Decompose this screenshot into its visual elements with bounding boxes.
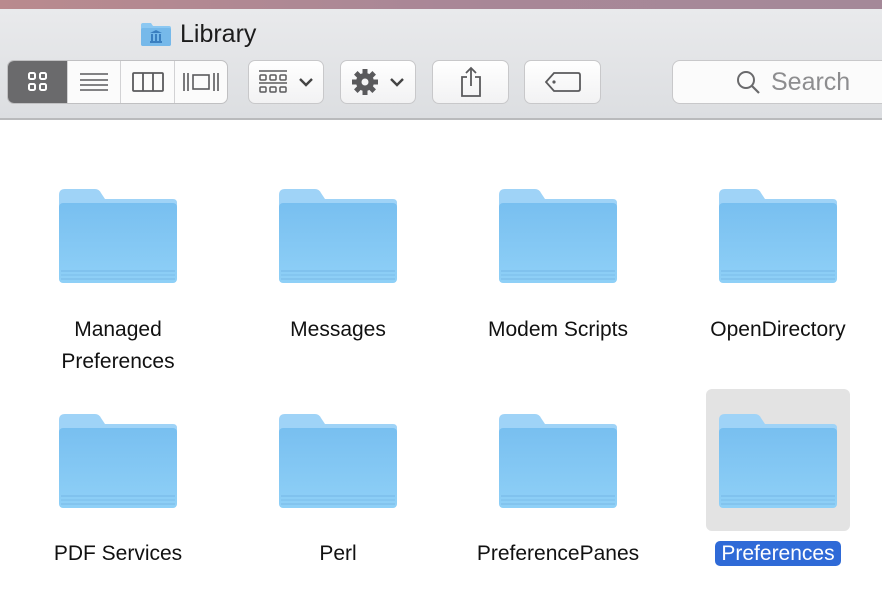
folder-icon[interactable] <box>277 412 399 515</box>
library-folder-icon <box>141 23 171 46</box>
tag-icon <box>544 72 581 92</box>
folder-icon[interactable] <box>57 187 179 290</box>
window-title: Library <box>140 19 256 49</box>
list-icon <box>80 73 108 91</box>
grid-icon <box>27 72 47 91</box>
folder-icon[interactable] <box>57 412 179 515</box>
list-view-button[interactable] <box>68 61 121 103</box>
folder-label[interactable]: Managed Preferences <box>8 314 228 378</box>
folder-label[interactable]: Perl <box>228 538 448 570</box>
folder-label[interactable]: Preferences <box>668 538 882 570</box>
folder-label[interactable]: PDF Services <box>8 538 228 570</box>
share-icon <box>460 66 481 97</box>
folder-label-text: Perl <box>319 542 357 565</box>
arrange-button[interactable] <box>248 60 324 104</box>
columns-icon <box>131 72 164 92</box>
folder-icon[interactable] <box>717 412 839 515</box>
view-mode-segmented-control <box>7 60 228 104</box>
folder-icon[interactable] <box>717 187 839 290</box>
folder-label-text: Modem Scripts <box>487 318 629 341</box>
folder-label[interactable]: Messages <box>228 314 448 346</box>
icon-view-button[interactable] <box>8 61 68 103</box>
folder-icon[interactable] <box>497 412 619 515</box>
chevron-down-icon <box>390 78 404 87</box>
cover-flow-view-button[interactable] <box>175 61 227 103</box>
finder-toolbar: Library Search <box>0 9 882 120</box>
folder-label-text: Managed Preferences <box>61 318 175 373</box>
tag-button[interactable] <box>524 60 601 104</box>
window-top-strip <box>0 0 882 9</box>
coverflow-icon <box>183 73 219 91</box>
folder-label[interactable]: Modem Scripts <box>448 314 668 346</box>
column-view-button[interactable] <box>121 61 175 103</box>
gear-icon <box>352 69 378 95</box>
folder-label-text: OpenDirectory <box>710 318 846 341</box>
search-field[interactable]: Search <box>672 60 882 104</box>
window-title-text: Library <box>180 19 257 48</box>
folder-label-text: Preferences <box>715 541 841 566</box>
action-button[interactable] <box>340 60 416 104</box>
folder-icon[interactable] <box>497 187 619 290</box>
search-icon <box>737 71 760 94</box>
arrange-grid-icon <box>259 70 287 93</box>
chevron-down-icon <box>299 78 313 87</box>
folder-icon[interactable] <box>277 187 399 290</box>
folder-label-text: PDF Services <box>53 542 183 565</box>
search-placeholder: Search <box>771 67 851 96</box>
folder-label-text: Messages <box>290 318 386 341</box>
folder-label-text: PreferencePanes <box>476 542 640 565</box>
share-button[interactable] <box>432 60 509 104</box>
folder-label[interactable]: OpenDirectory <box>668 314 882 346</box>
folder-label[interactable]: PreferencePanes <box>448 538 668 570</box>
